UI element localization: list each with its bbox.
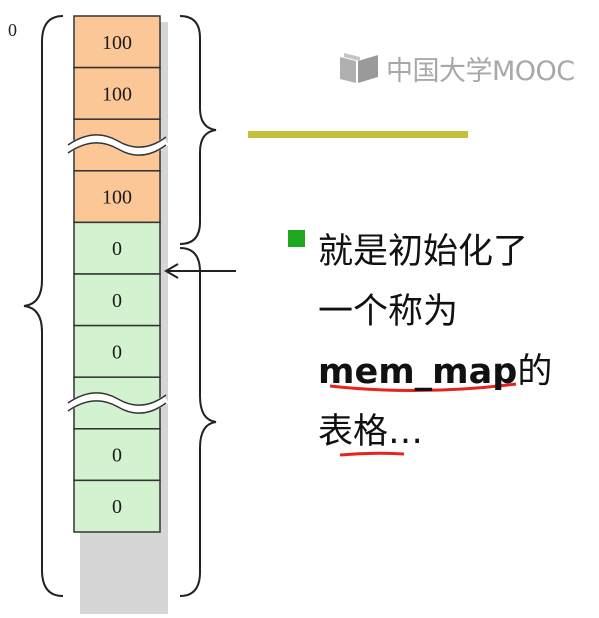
lower-right-brace: [179, 247, 217, 597]
bullet-line-1: 就是初始化了: [318, 232, 529, 272]
outer-left-brace: [23, 15, 64, 597]
memory-cell-value: 0: [112, 290, 122, 312]
memory-column: 100 100 100 0 0 0 0 0: [65, 15, 169, 533]
memory-cell-value: 100: [102, 83, 132, 105]
mem-map-code: mem_map: [318, 352, 518, 392]
memory-cell-value: 0: [112, 238, 122, 260]
bullet-line-2: 一个称为: [318, 292, 459, 332]
memory-cell-value: 0: [112, 496, 122, 518]
brand-logo: 中国大学MOOC: [338, 48, 575, 88]
memory-cell-value: 0: [112, 445, 122, 467]
bullet-line-4: 表格…: [318, 412, 424, 452]
memory-cell-value: 100: [102, 187, 132, 209]
mooc-logo-icon: [340, 53, 378, 83]
memory-cell-value: 0: [112, 341, 122, 363]
memory-cell-value: 100: [102, 32, 132, 54]
accent-line: [248, 131, 468, 138]
upper-right-brace: [179, 15, 217, 245]
brand-name: 中国大学MOOC: [386, 55, 575, 87]
bullet-line-3-suffix: 的: [517, 352, 553, 392]
bullet-line-3: mem_map的: [318, 342, 588, 402]
start-address-label: 0: [8, 20, 17, 40]
bullet-marker: [288, 230, 305, 247]
bullet-text: 就是初始化了 一个称为 mem_map的 表格…: [318, 222, 588, 462]
